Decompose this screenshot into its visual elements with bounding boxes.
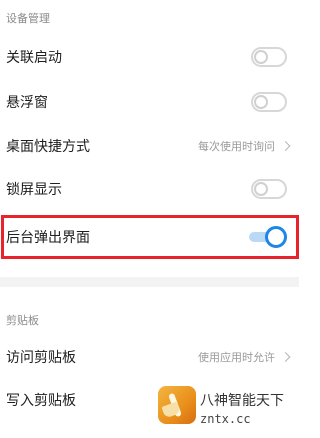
watermark: 八神智能天下 zntx.cc: [156, 384, 299, 438]
access-clipboard-label: 访问剪贴板: [6, 350, 76, 366]
section-title-device-management: 设备管理: [6, 12, 50, 25]
lock-screen-display-label: 锁屏显示: [6, 182, 62, 198]
lock-screen-display-toggle[interactable]: [251, 179, 287, 199]
desktop-shortcut-value: 每次使用时询问: [198, 140, 275, 153]
watermark-title: 八神智能天下: [200, 393, 284, 409]
row-associated-start[interactable]: 关联启动: [0, 35, 299, 79]
associated-start-label: 关联启动: [6, 50, 62, 66]
chevron-right-icon: [280, 352, 291, 362]
watermark-url: zntx.cc: [200, 412, 251, 426]
desktop-shortcut-label: 桌面快捷方式: [6, 139, 90, 155]
toggle-knob: [254, 50, 268, 64]
row-desktop-shortcut[interactable]: 桌面快捷方式 每次使用时询问: [0, 124, 299, 168]
row-access-clipboard[interactable]: 访问剪贴板 使用应用时允许: [0, 335, 299, 379]
access-clipboard-value: 使用应用时允许: [198, 351, 275, 364]
row-floating-window[interactable]: 悬浮窗: [0, 80, 299, 124]
broom-logo-icon: [158, 386, 196, 424]
floating-window-label: 悬浮窗: [6, 95, 48, 111]
chevron-right-icon: [280, 141, 291, 151]
associated-start-toggle[interactable]: [251, 47, 287, 67]
toggle-knob: [254, 95, 268, 109]
write-clipboard-label: 写入剪贴板: [6, 393, 76, 409]
highlight-annotation-box: [1, 215, 299, 259]
section-title-clipboard: 剪贴板: [6, 314, 39, 327]
toggle-knob: [254, 182, 268, 196]
row-lock-screen-display[interactable]: 锁屏显示: [0, 167, 299, 211]
section-divider: [0, 277, 299, 287]
floating-window-toggle[interactable]: [251, 92, 287, 112]
